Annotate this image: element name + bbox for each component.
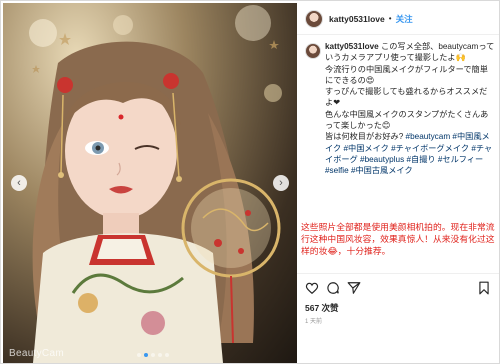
follow-button[interactable]: 关注 <box>396 13 413 25</box>
caption-line: 皆は何枚目がお好み? <box>325 132 404 142</box>
chevron-right-icon: › <box>279 176 283 189</box>
header-separator: • <box>388 14 392 23</box>
carousel-dot <box>158 353 162 357</box>
heart-icon[interactable] <box>305 281 319 295</box>
previous-photo-button[interactable]: ‹ <box>11 175 27 191</box>
carousel-indicator <box>137 353 169 357</box>
chevron-left-icon: ‹ <box>17 176 21 189</box>
avatar[interactable] <box>305 9 323 28</box>
post-actions <box>297 273 499 301</box>
caption-line: 色んな中国風メイクのスタンプがたくさんあって楽しかった😊 <box>325 109 489 131</box>
like-count[interactable]: 567 次赞 <box>305 302 339 314</box>
portrait-illustration <box>29 5 282 363</box>
carousel-dot <box>151 353 155 357</box>
caption-line: 今流行りの中国風メイクがフィルターで簡単にできるの😍 <box>325 64 488 85</box>
post-caption: katty0531love この写メ全部、beautycamっていうカメラアプリ… <box>325 41 495 177</box>
post-header: katty0531love • 关注 <box>297 3 499 35</box>
post-frame: BeautyCam ‹ › katty0531love • 关注 katty05… <box>0 0 500 364</box>
carousel-dot-active <box>144 353 148 357</box>
beautycam-watermark: BeautyCam <box>9 348 64 359</box>
next-photo-button[interactable]: › <box>273 175 289 191</box>
post-date: 1 天前 <box>305 319 323 325</box>
comment-icon[interactable] <box>326 281 340 295</box>
post-username[interactable]: katty0531love <box>329 14 385 24</box>
caption-avatar[interactable] <box>305 43 321 59</box>
post-sidebar: katty0531love • 关注 katty0531love この写メ全部、… <box>297 3 499 363</box>
carousel-dot <box>137 353 141 357</box>
translation-overlay-text: 这些照片全部都是使用美颜相机拍的。现在非常流行这种中国风妆容，效果真惊人！从来没… <box>301 223 495 258</box>
post-photo[interactable]: BeautyCam ‹ › <box>3 3 297 363</box>
carousel-dot <box>165 353 169 357</box>
caption-username[interactable]: katty0531love <box>325 42 379 51</box>
share-icon[interactable] <box>347 281 361 295</box>
bookmark-icon[interactable] <box>477 281 491 295</box>
caption-line: すっぴんで撮影しても盛れるからオススメだよ❤ <box>325 87 488 108</box>
